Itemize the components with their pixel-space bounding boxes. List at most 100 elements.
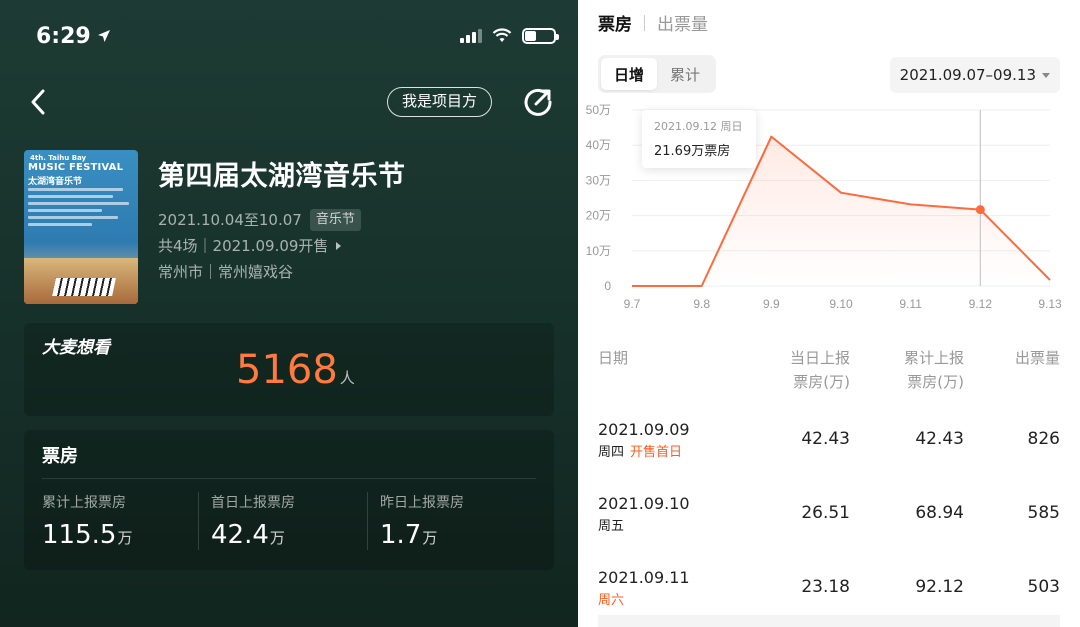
caret-right-icon bbox=[336, 242, 342, 250]
x-tick-label: 9.11 bbox=[899, 297, 922, 311]
event-info: 第四届太湖湾音乐节 2021.10.04至10.07 音乐节 共4场｜2021.… bbox=[158, 150, 554, 304]
event-sessions-row[interactable]: 共4场｜2021.09.09开售 bbox=[158, 233, 554, 259]
boxoffice-card: 票房 累计上报票房 115.5万 首日上报票房 42.4万 昨日上报票房 1.7… bbox=[24, 430, 554, 570]
chevron-left-icon bbox=[31, 89, 45, 115]
wifi-icon bbox=[492, 28, 512, 42]
location-arrow-icon bbox=[97, 30, 110, 42]
back-button[interactable] bbox=[30, 87, 56, 117]
boxoffice-title: 票房 bbox=[42, 446, 78, 467]
poster-cn-title: 太湖湾音乐节 bbox=[28, 177, 83, 187]
segment-daily[interactable]: 日增 bbox=[601, 58, 657, 90]
row-weekday: 周五 bbox=[598, 518, 625, 534]
cell-date: 2021.09.09 周四 开售首日 bbox=[598, 419, 748, 460]
status-icons bbox=[460, 28, 559, 44]
divider bbox=[42, 478, 536, 479]
row-date: 2021.09.09 bbox=[598, 419, 690, 439]
y-tick-label: 30万 bbox=[586, 173, 611, 187]
y-tick-label: 50万 bbox=[586, 103, 611, 117]
mode-segmented-control: 日增 累计 bbox=[598, 55, 716, 93]
organizer-button[interactable]: 我是项目方 bbox=[386, 87, 492, 117]
event-location: 常州市｜常州嬉戏谷 bbox=[158, 263, 294, 281]
stat-first-day: 首日上报票房 42.4万 bbox=[198, 492, 367, 550]
y-tick-label: 20万 bbox=[586, 209, 611, 223]
date-range-picker[interactable]: 2021.09.07–09.13 bbox=[889, 57, 1060, 93]
tab-boxoffice[interactable]: 票房 bbox=[598, 10, 632, 35]
segment-cumulative[interactable]: 累计 bbox=[657, 58, 713, 90]
cell-tickets: 826 bbox=[1027, 429, 1060, 449]
event-header: 4th. Taihu Bay MUSIC FESTIVAL 太湖湾音乐节 第四届… bbox=[24, 150, 554, 304]
caret-down-icon bbox=[1042, 72, 1050, 78]
want-count-number: 5168 bbox=[236, 347, 338, 393]
damai-logo: 大麦想看 bbox=[42, 338, 110, 358]
x-tick-label: 9.7 bbox=[624, 297, 641, 311]
nav-bar: 我是项目方 bbox=[30, 84, 554, 120]
stat-label: 首日上报票房 bbox=[211, 495, 295, 511]
event-dates: 2021.10.04至10.07 bbox=[158, 211, 302, 229]
event-poster[interactable]: 4th. Taihu Bay MUSIC FESTIVAL 太湖湾音乐节 bbox=[24, 150, 138, 304]
x-tick-label: 9.9 bbox=[763, 297, 780, 311]
cell-date: 2021.09.10 周五 bbox=[598, 493, 748, 534]
stat-value: 115.5 bbox=[42, 520, 117, 550]
table-header: 日期 当日上报 票房(万) 累计上报 票房(万) 出票量 bbox=[598, 346, 1060, 394]
cell-tickets: 585 bbox=[1027, 503, 1060, 523]
stat-unit: 万 bbox=[117, 529, 133, 547]
stat-yesterday: 昨日上报票房 1.7万 bbox=[367, 492, 536, 550]
highlight-point bbox=[975, 205, 985, 215]
x-tick-label: 9.12 bbox=[969, 297, 993, 311]
stat-value: 42.4 bbox=[211, 520, 269, 550]
cell-daily: 42.43 bbox=[801, 429, 850, 449]
poster-subtitle: 4th. Taihu Bay bbox=[30, 154, 87, 162]
cell-date: 2021.09.11 周六 bbox=[598, 567, 748, 608]
event-detail-panel: 6:29 我是项目方 4th. Taihu Bay MUSIC FESTIVAL… bbox=[0, 0, 578, 627]
stat-unit: 万 bbox=[269, 529, 285, 547]
want-count: 5168 人 bbox=[236, 347, 355, 393]
row-weekday-line: 周六 bbox=[598, 589, 748, 608]
event-title: 第四届太湖湾音乐节 bbox=[158, 161, 406, 192]
row-weekday-line: 周四 开售首日 bbox=[598, 441, 748, 460]
stat-unit: 万 bbox=[422, 529, 438, 547]
stat-label: 昨日上报票房 bbox=[380, 495, 464, 511]
cell-daily: 23.18 bbox=[801, 577, 850, 597]
header-cumulative: 累计上报 票房(万) bbox=[903, 349, 964, 391]
header-date: 日期 bbox=[598, 349, 629, 367]
cellular-signal-icon bbox=[460, 29, 482, 43]
stat-total: 累计上报票房 115.5万 bbox=[42, 492, 198, 550]
row-weekday-line: 周五 bbox=[598, 515, 748, 534]
header-tickets: 出票量 bbox=[1014, 349, 1060, 367]
status-bar: 6:29 bbox=[36, 22, 559, 50]
poster-piano-keys bbox=[52, 278, 116, 296]
x-tick-label: 9.10 bbox=[829, 297, 853, 311]
battery-icon bbox=[522, 28, 559, 44]
poster-title: MUSIC FESTIVAL bbox=[28, 162, 124, 173]
cell-cumulative: 68.94 bbox=[915, 503, 964, 523]
stat-label: 累计上报票房 bbox=[42, 495, 126, 511]
cell-cumulative: 42.43 bbox=[915, 429, 964, 449]
event-sessions: 共4场｜2021.09.09开售 bbox=[158, 237, 329, 255]
event-location-row: 常州市｜常州嬉戏谷 bbox=[158, 259, 554, 285]
stat-value: 1.7 bbox=[380, 520, 422, 550]
cell-cumulative: 92.12 bbox=[915, 577, 964, 597]
row-weekday: 周六 bbox=[598, 592, 625, 608]
boxoffice-chart: 0 10万 20万 30万 40万 50万 9.7 9.8 9.9 9.10 9.11 9.12 9.1… bbox=[578, 98, 1080, 318]
header-daily: 当日上报 票房(万) bbox=[789, 349, 850, 391]
table-body: 2021.09.09 周四 开售首日 42.43 42.43 826 2021.… bbox=[598, 402, 1060, 624]
tab-tickets[interactable]: 出票量 bbox=[657, 10, 708, 35]
poster-lineup bbox=[28, 188, 134, 230]
boxoffice-detail-panel: 票房 出票量 日增 累计 2021.09.07–09.13 0 10万 20万 30万… bbox=[578, 0, 1080, 627]
row-date: 2021.09.11 bbox=[598, 567, 690, 587]
bottom-strip bbox=[598, 615, 1060, 627]
event-dates-row: 2021.10.04至10.07 音乐节 bbox=[158, 207, 554, 233]
date-range-text: 2021.09.07–09.13 bbox=[899, 66, 1036, 84]
row-note: 开售首日 bbox=[630, 444, 683, 460]
y-tick-label: 40万 bbox=[586, 138, 611, 152]
y-tick-label: 0 bbox=[604, 279, 611, 293]
want-count-unit: 人 bbox=[339, 369, 355, 387]
x-tick-label: 9.8 bbox=[693, 297, 710, 311]
row-date: 2021.09.10 bbox=[598, 493, 690, 513]
row-weekday: 周四 bbox=[598, 444, 625, 460]
tooltip-date: 2021.09.12 周日 bbox=[654, 120, 743, 133]
share-icon[interactable] bbox=[522, 86, 554, 118]
y-tick-label: 10万 bbox=[586, 244, 611, 258]
category-tag: 音乐节 bbox=[309, 209, 361, 231]
metric-tabs: 票房 出票量 bbox=[598, 10, 708, 35]
